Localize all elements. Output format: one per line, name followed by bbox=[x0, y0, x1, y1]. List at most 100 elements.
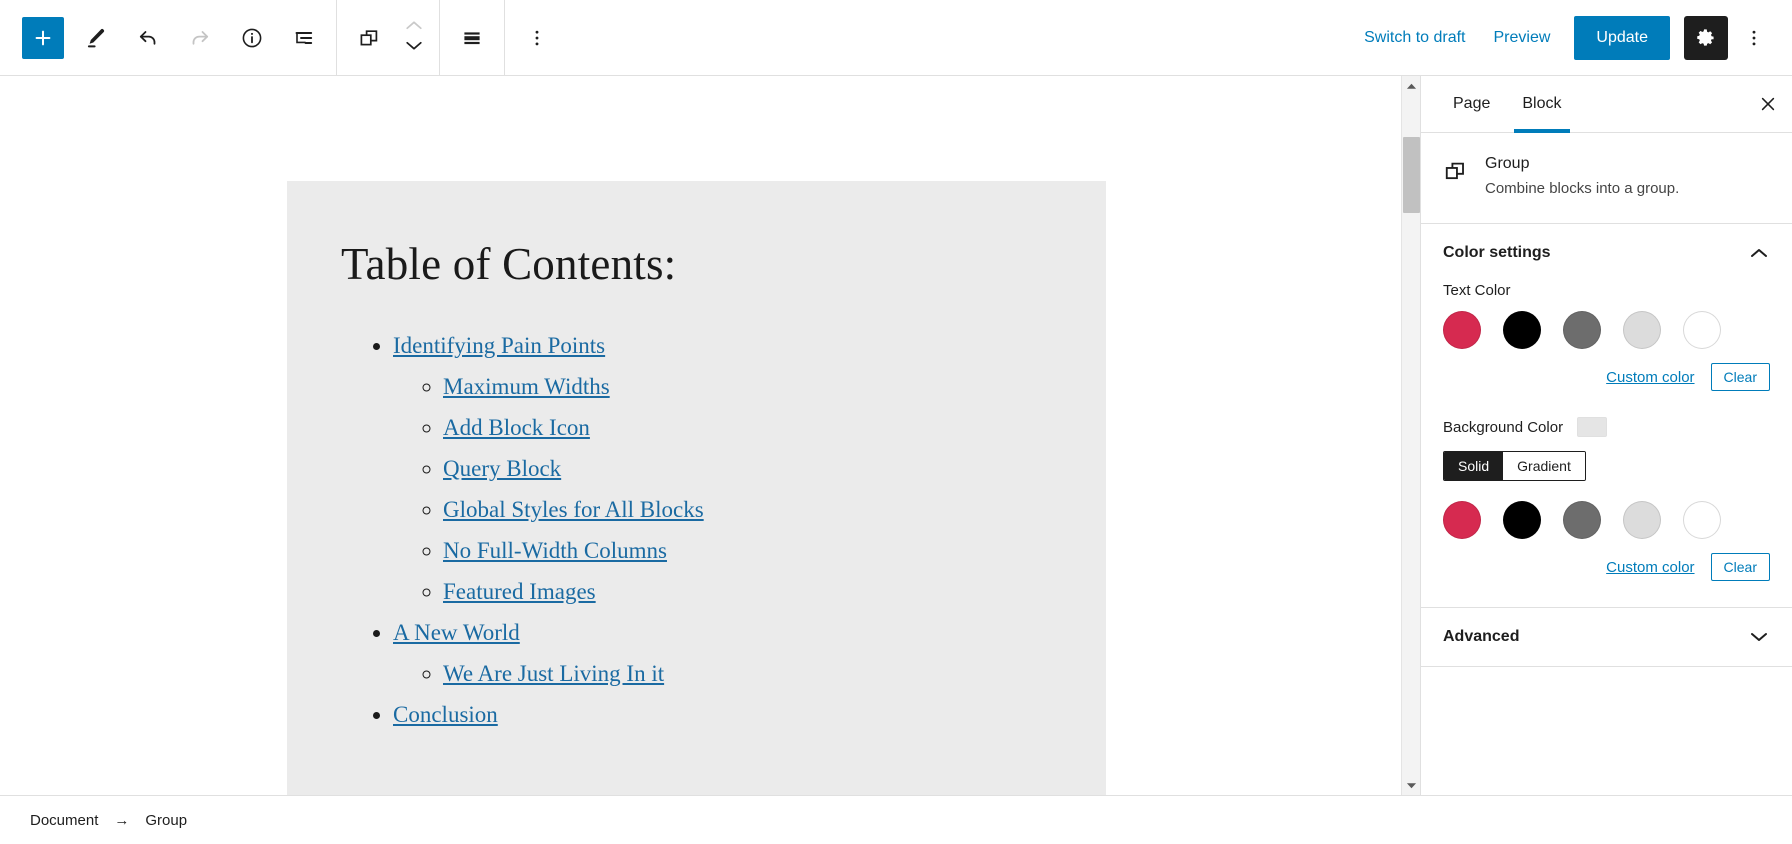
color-settings-body: Text Color Custom color Clear Background… bbox=[1421, 282, 1792, 607]
gradient-tab[interactable]: Gradient bbox=[1503, 452, 1585, 480]
vertical-scrollbar[interactable] bbox=[1401, 76, 1420, 795]
close-sidebar-button[interactable] bbox=[1744, 76, 1792, 132]
list-item[interactable]: Query Block bbox=[443, 448, 1078, 489]
swatch-white[interactable] bbox=[1683, 311, 1721, 349]
update-button[interactable]: Update bbox=[1574, 15, 1670, 60]
group-icon bbox=[1441, 157, 1469, 185]
editor-canvas-region: Table of Contents: Identifying Pain Poin… bbox=[0, 76, 1401, 795]
text-custom-color-button[interactable]: Custom color bbox=[1606, 369, 1694, 386]
swatch-pink[interactable] bbox=[1443, 311, 1481, 349]
editor-toolbar: Switch to draft Preview Update bbox=[0, 0, 1792, 76]
background-color-clear-button[interactable]: Clear bbox=[1710, 553, 1770, 581]
color-settings-panel: Color settings Text Color Custom color C… bbox=[1421, 224, 1792, 608]
list-item[interactable]: No Full-Width Columns bbox=[443, 530, 1078, 571]
swatch-black[interactable] bbox=[1503, 501, 1541, 539]
breadcrumb-item-group[interactable]: Group bbox=[141, 810, 191, 831]
details-button[interactable] bbox=[226, 12, 278, 64]
scrollbar-thumb[interactable] bbox=[1402, 137, 1420, 213]
alignment-tools-group bbox=[440, 0, 505, 76]
block-card-text: Group Combine blocks into a group. bbox=[1485, 155, 1679, 199]
list-item[interactable]: Maximum Widths bbox=[443, 366, 1078, 407]
editor-body: Table of Contents: Identifying Pain Poin… bbox=[0, 76, 1792, 795]
breadcrumb-item-document[interactable]: Document bbox=[26, 810, 102, 831]
redo-button[interactable] bbox=[174, 12, 226, 64]
list-item[interactable]: Add Block Icon bbox=[443, 407, 1078, 448]
background-color-preview[interactable] bbox=[1577, 417, 1608, 437]
move-block-button[interactable] bbox=[395, 7, 433, 69]
wordpress-block-editor: Switch to draft Preview Update Table of … bbox=[0, 0, 1792, 844]
move-down-icon[interactable] bbox=[404, 39, 424, 57]
background-color-actions: Custom color Clear bbox=[1443, 553, 1770, 581]
toolbar-left-group bbox=[0, 0, 569, 76]
settings-button[interactable] bbox=[1684, 15, 1728, 60]
toc-link[interactable]: Global Styles for All Blocks bbox=[443, 497, 704, 522]
toc-link[interactable]: We Are Just Living In it bbox=[443, 661, 664, 686]
swatch-pink[interactable] bbox=[1443, 501, 1481, 539]
breadcrumb-separator: → bbox=[114, 811, 130, 829]
chevron-down-icon bbox=[1748, 630, 1770, 644]
color-settings-header[interactable]: Color settings bbox=[1421, 224, 1792, 282]
preview-button[interactable]: Preview bbox=[1480, 21, 1565, 55]
text-color-clear-button[interactable]: Clear bbox=[1710, 363, 1770, 391]
toc-link[interactable]: Featured Images bbox=[443, 579, 596, 604]
swatch-white[interactable] bbox=[1683, 501, 1721, 539]
toc-link[interactable]: Add Block Icon bbox=[443, 415, 590, 440]
toc-link[interactable]: Conclusion bbox=[393, 702, 498, 727]
scrollbar-track[interactable] bbox=[1402, 95, 1421, 776]
gear-icon bbox=[1695, 27, 1717, 49]
document-tools-group bbox=[0, 0, 336, 76]
swatch-dark-gray[interactable] bbox=[1563, 311, 1601, 349]
vertical-dots-icon bbox=[1743, 27, 1765, 49]
toolbar-right-group: Switch to draft Preview Update bbox=[1350, 0, 1792, 76]
swatch-black[interactable] bbox=[1503, 311, 1541, 349]
undo-button[interactable] bbox=[122, 12, 174, 64]
scroll-up-icon[interactable] bbox=[1402, 76, 1421, 95]
scroll-down-icon[interactable] bbox=[1402, 776, 1421, 795]
block-options-button[interactable] bbox=[511, 12, 563, 64]
swatch-light-gray[interactable] bbox=[1623, 311, 1661, 349]
breadcrumb: Document → Group bbox=[26, 810, 191, 831]
text-color-actions: Custom color Clear bbox=[1443, 363, 1770, 391]
edit-tool-button[interactable] bbox=[70, 12, 122, 64]
close-icon bbox=[1759, 95, 1777, 113]
background-color-row: Background Color bbox=[1443, 417, 1770, 437]
group-block[interactable]: Table of Contents: Identifying Pain Poin… bbox=[287, 181, 1106, 795]
list-item[interactable]: Identifying Pain Points Maximum Widths A… bbox=[393, 325, 1078, 612]
editor-footer: Document → Group bbox=[0, 795, 1792, 844]
block-card: Group Combine blocks into a group. bbox=[1421, 133, 1792, 224]
block-type-button[interactable] bbox=[343, 12, 395, 64]
advanced-header[interactable]: Advanced bbox=[1421, 608, 1792, 666]
page-title[interactable]: Table of Contents: bbox=[341, 239, 1078, 291]
more-options-button[interactable] bbox=[1732, 16, 1776, 60]
list-item[interactable]: Conclusion bbox=[393, 694, 1078, 735]
swatch-light-gray[interactable] bbox=[1623, 501, 1661, 539]
toc-link[interactable]: Identifying Pain Points bbox=[393, 333, 605, 358]
switch-to-draft-button[interactable]: Switch to draft bbox=[1350, 21, 1479, 55]
list-item[interactable]: We Are Just Living In it bbox=[443, 653, 1078, 694]
toc-link[interactable]: A New World bbox=[393, 620, 520, 645]
list-item[interactable]: Featured Images bbox=[443, 571, 1078, 612]
toc-link[interactable]: Query Block bbox=[443, 456, 561, 481]
chevron-up-icon bbox=[1748, 246, 1770, 260]
advanced-title: Advanced bbox=[1443, 628, 1520, 645]
add-block-button[interactable] bbox=[22, 16, 64, 59]
tab-page[interactable]: Page bbox=[1437, 76, 1506, 132]
settings-sidebar: Page Block Group Combine blocks into a g… bbox=[1420, 76, 1792, 795]
list-item[interactable]: A New World We Are Just Living In it bbox=[393, 612, 1078, 694]
align-button[interactable] bbox=[446, 12, 498, 64]
toc-link[interactable]: No Full-Width Columns bbox=[443, 538, 667, 563]
swatch-dark-gray[interactable] bbox=[1563, 501, 1601, 539]
background-type-toggle: Solid Gradient bbox=[1443, 451, 1586, 481]
text-color-swatches bbox=[1443, 311, 1770, 349]
background-custom-color-button[interactable]: Custom color bbox=[1606, 559, 1694, 576]
table-of-contents-sublist: Maximum Widths Add Block Icon Query Bloc… bbox=[443, 366, 1078, 612]
list-view-button[interactable] bbox=[278, 12, 330, 64]
move-up-icon[interactable] bbox=[404, 19, 424, 37]
list-item[interactable]: Global Styles for All Blocks bbox=[443, 489, 1078, 530]
block-options-group bbox=[505, 0, 569, 76]
toc-link[interactable]: Maximum Widths bbox=[443, 374, 610, 399]
editor-canvas[interactable]: Table of Contents: Identifying Pain Poin… bbox=[0, 76, 1401, 795]
tab-block[interactable]: Block bbox=[1506, 76, 1577, 133]
solid-tab[interactable]: Solid bbox=[1444, 452, 1504, 480]
table-of-contents-list: Identifying Pain Points Maximum Widths A… bbox=[393, 325, 1078, 735]
